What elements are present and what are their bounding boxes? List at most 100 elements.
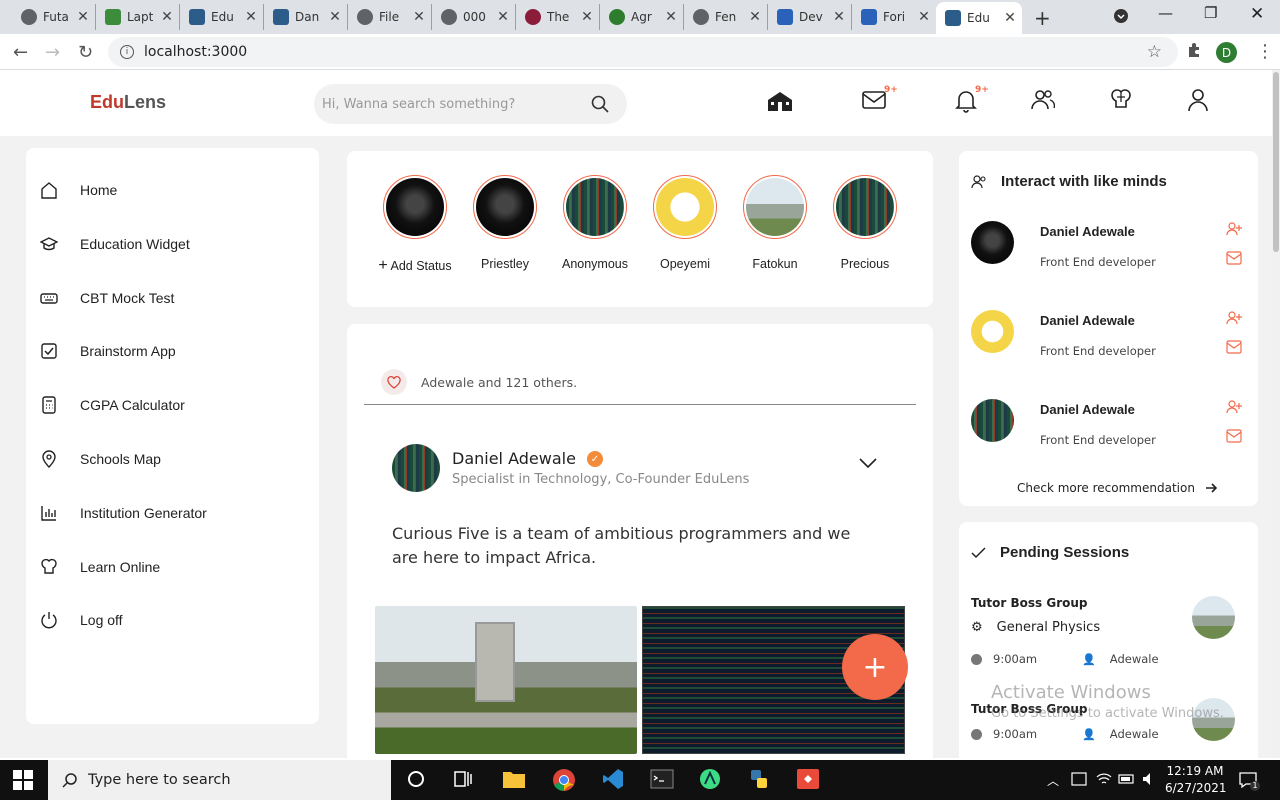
person-name[interactable]: Daniel Adewale (1040, 313, 1135, 328)
session-avatar[interactable] (1192, 596, 1235, 639)
brain-icon[interactable] (1109, 88, 1133, 112)
sidebar-item-home[interactable]: Home (40, 181, 117, 199)
close-tab-icon[interactable]: ✕ (916, 9, 932, 25)
close-tab-icon[interactable]: ✕ (831, 9, 847, 25)
chrome-icon[interactable] (552, 768, 576, 792)
story-item[interactable]: Anonymous (550, 175, 640, 271)
story-item[interactable]: Priestley (460, 175, 550, 271)
school-icon[interactable] (767, 90, 793, 112)
message-icon[interactable] (1226, 251, 1242, 265)
clock[interactable]: 12:19 AM 6/27/2021 (1165, 763, 1227, 797)
vscode-icon[interactable] (602, 768, 626, 792)
restore-button[interactable]: ❐ (1204, 4, 1217, 22)
check-more-link[interactable]: Check more recommendation (1017, 481, 1228, 495)
session-item[interactable]: Tutor Boss Group ⚙ General Physics 9:00am… (971, 596, 1251, 666)
sidebar-item-cbt-mock-test[interactable]: CBT Mock Test (40, 289, 174, 307)
info-icon[interactable]: i (120, 45, 134, 59)
close-tab-icon[interactable]: ✕ (243, 9, 259, 25)
forward-icon[interactable]: → (45, 42, 60, 63)
close-tab-icon[interactable]: ✕ (663, 9, 679, 25)
close-tab-icon[interactable]: ✕ (495, 9, 511, 25)
reload-icon[interactable]: ↻ (78, 42, 93, 63)
show-hidden-icons[interactable]: ︿ (1047, 772, 1071, 796)
add-friend-icon[interactable] (1226, 310, 1242, 326)
close-tab-icon[interactable]: ✕ (327, 9, 343, 25)
browser-tab[interactable]: Futa ✕ (12, 4, 96, 30)
volume-icon[interactable] (1142, 772, 1166, 796)
new-tab-button[interactable]: + (1034, 6, 1051, 30)
person-name[interactable]: Daniel Adewale (1040, 224, 1135, 239)
browser-tab[interactable]: Agr ✕ (600, 4, 684, 30)
bell-icon[interactable] (955, 89, 977, 113)
taskbar-search[interactable]: Type here to search (48, 760, 391, 800)
session-avatar[interactable] (1192, 698, 1235, 741)
page-scrollbar[interactable] (1272, 70, 1280, 758)
friends-icon[interactable] (1031, 89, 1055, 111)
sidebar-item-cgpa-calculator[interactable]: CGPA Calculator (40, 396, 185, 414)
window-close-button[interactable]: ✕ (1250, 4, 1264, 24)
close-tab-icon[interactable]: ✕ (747, 9, 763, 25)
heart-icon[interactable] (381, 369, 407, 395)
windows-start-icon[interactable] (13, 770, 37, 794)
extensions-icon[interactable] (1186, 42, 1202, 58)
search-icon[interactable] (591, 95, 609, 113)
git-icon[interactable] (796, 768, 820, 792)
back-icon[interactable]: ← (13, 42, 28, 63)
browser-tab[interactable]: Dev ✕ (768, 4, 852, 30)
bookmark-star-icon[interactable]: ☆ (1147, 42, 1162, 62)
sidebar-item-log-off[interactable]: Log off (40, 611, 123, 629)
search-bar[interactable]: Hi, Wanna search something? (314, 84, 627, 124)
user-icon[interactable] (1187, 88, 1209, 112)
minimize-button[interactable]: — (1158, 4, 1173, 22)
message-icon[interactable] (1226, 340, 1242, 354)
tray-app-icon[interactable] (1071, 772, 1095, 796)
file-explorer-icon[interactable] (502, 768, 526, 792)
chevron-down-icon[interactable] (859, 458, 877, 468)
author-name[interactable]: Daniel Adewale (452, 449, 576, 468)
story-item[interactable]: Opeyemi (640, 175, 730, 271)
browser-tab[interactable]: Fori ✕ (852, 4, 936, 30)
author-avatar[interactable] (392, 444, 440, 492)
close-tab-icon[interactable]: ✕ (579, 9, 595, 25)
add-friend-icon[interactable] (1226, 221, 1242, 237)
avatar[interactable] (971, 310, 1014, 353)
close-tab-icon[interactable]: ✕ (159, 9, 175, 25)
sidebar-item-schools-map[interactable]: Schools Map (40, 450, 161, 468)
browser-tab[interactable]: Edu ✕ (180, 4, 264, 30)
mail-icon[interactable] (862, 90, 886, 110)
post-image-campus[interactable] (375, 606, 637, 754)
browser-tab-active[interactable]: Edu ✕ (936, 2, 1022, 34)
story-item[interactable]: Fatokun (730, 175, 820, 271)
close-tab-icon[interactable]: ✕ (411, 9, 427, 25)
story-item[interactable]: Precious (820, 175, 910, 271)
profile-avatar[interactable]: D (1216, 42, 1237, 63)
browser-tab[interactable]: Dan ✕ (264, 4, 348, 30)
cortana-icon[interactable] (405, 768, 429, 792)
avatar[interactable] (971, 399, 1014, 442)
session-item[interactable]: Tutor Boss Group 9:00am 👤 Adewale (971, 698, 1251, 741)
scrollbar-thumb[interactable] (1273, 72, 1279, 252)
browser-menu-icon[interactable]: ⋮ (1256, 41, 1274, 62)
logo[interactable]: EduLens (90, 92, 166, 113)
browser-tab[interactable]: File ✕ (348, 4, 432, 30)
battery-icon[interactable] (1118, 772, 1142, 796)
search-input[interactable]: Hi, Wanna search something? (322, 97, 591, 112)
close-tab-icon[interactable]: ✕ (75, 9, 91, 25)
python-icon[interactable] (748, 768, 772, 792)
avatar[interactable] (971, 221, 1014, 264)
story-add-status[interactable]: + Add Status (370, 175, 460, 275)
browser-tab[interactable]: 000 ✕ (432, 4, 516, 30)
url-bar[interactable]: i localhost:3000 ☆ (108, 37, 1178, 67)
task-view-icon[interactable] (452, 768, 476, 792)
browser-tab[interactable]: Lapt ✕ (96, 4, 180, 30)
wifi-icon[interactable] (1096, 772, 1120, 796)
sidebar-item-institution-generator[interactable]: Institution Generator (40, 504, 207, 522)
tab-search-icon[interactable] (1113, 8, 1129, 24)
person-name[interactable]: Daniel Adewale (1040, 402, 1135, 417)
terminal-icon[interactable] (650, 768, 674, 792)
browser-tab[interactable]: The ✕ (516, 4, 600, 30)
sidebar-item-learn-online[interactable]: Learn Online (40, 558, 160, 576)
close-tab-icon[interactable]: ✕ (1002, 10, 1018, 26)
add-post-button[interactable]: + (842, 634, 908, 700)
sidebar-item-education-widget[interactable]: Education Widget (40, 235, 190, 253)
